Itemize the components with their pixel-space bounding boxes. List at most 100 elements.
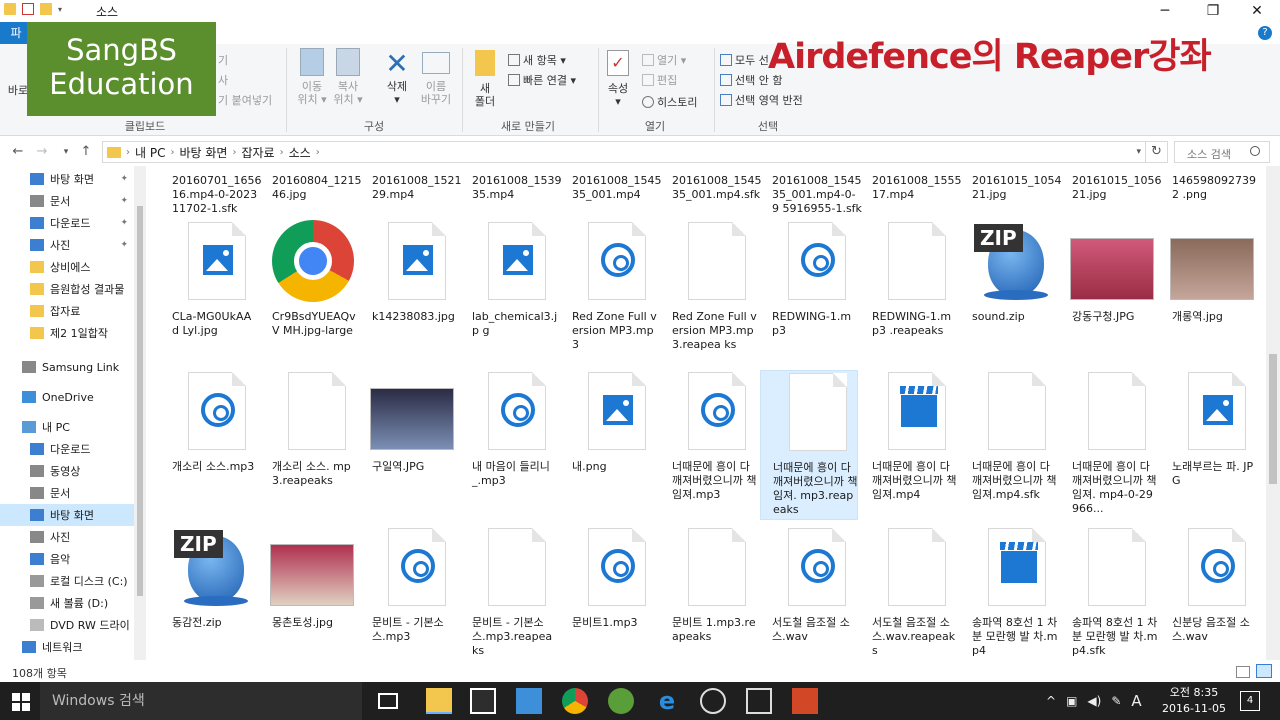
chrome-taskbar-icon[interactable] (562, 688, 588, 714)
nav-item[interactable]: 잡자료 (0, 300, 134, 322)
nav-item[interactable]: 음원합성 결과물 (0, 278, 134, 300)
easy-access-button[interactable]: 빠른 연결 ▾ (508, 72, 576, 88)
forward-arrow-icon[interactable]: → (34, 144, 50, 160)
file-label[interactable]: 20160701_1656 16.mp4-0-2023 11702-1.sfk (172, 174, 262, 216)
file-item[interactable]: 내 마음이 들리니 _.mp3 (460, 370, 558, 520)
nav-item[interactable]: 사진 ✦ (0, 234, 134, 256)
file-label[interactable]: 1465980927392 .png (1172, 174, 1262, 202)
breadcrumb-source[interactable]: 소스 (289, 144, 311, 161)
file-item[interactable]: 강동구청.JPG (1060, 220, 1158, 370)
file-item[interactable]: 문비트 1.mp3.reapeaks (660, 526, 758, 660)
nav-item[interactable]: 다운로드 ✦ (0, 212, 134, 234)
back-arrow-icon[interactable]: ← (10, 144, 26, 160)
new-folder-button[interactable]: 새 폴더 (468, 50, 502, 108)
qat-dropdown-icon[interactable]: ▾ (58, 5, 62, 14)
file-item[interactable]: 송파역 8호선 1 차분 모란행 발 차.mp4.sfk (1060, 526, 1158, 660)
nav-item[interactable]: 동영상 (0, 460, 134, 482)
refresh-icon[interactable]: ↻ (1146, 141, 1168, 163)
nav-item[interactable]: 상비에스 (0, 256, 134, 278)
file-item[interactable]: 송파역 8호선 1 차분 모란행 발 차.mp4 (960, 526, 1058, 660)
file-item[interactable]: 너때문에 흥이 다 깨져버렸으니까 책임져.mp3 (660, 370, 758, 520)
large-icons-view-icon[interactable] (1256, 664, 1272, 678)
nav-item[interactable]: Samsung Link (0, 356, 134, 378)
details-view-icon[interactable] (1236, 666, 1250, 678)
nav-item[interactable]: 제2 1일합작 (0, 322, 134, 344)
nav-item[interactable]: 바탕 화면 ✦ (0, 168, 134, 190)
file-item[interactable]: 너때문에 흥이 다 깨져버렸으니까 책임져.mp4.sfk (960, 370, 1058, 520)
nav-item[interactable]: 새 볼륨 (D:) (0, 592, 134, 614)
select-all-button[interactable]: 모두 선 (720, 52, 769, 68)
file-label[interactable]: 20161008_1555 17.mp4 (872, 174, 962, 202)
copy-path-button[interactable]: 사 (218, 72, 228, 88)
file-item[interactable]: k14238083.jpg (360, 220, 458, 370)
store-icon[interactable] (470, 688, 496, 714)
file-item[interactable]: 너때문에 흥이 다 깨져버렸으니까 책임져.mp4 (860, 370, 958, 520)
clock[interactable]: 오전 8:35 2016-11-05 (1162, 685, 1226, 717)
nav-item[interactable]: 음악 (0, 548, 134, 570)
file-item[interactable]: 서도철 음조절 소 스.wav.reapeaks (860, 526, 958, 660)
history-button[interactable]: 히스토리 (642, 94, 697, 110)
notification-center-icon[interactable]: 4 (1240, 691, 1260, 711)
nav-item[interactable]: 네트워크 (0, 636, 134, 658)
file-item[interactable]: lab_chemical3.jp g (460, 220, 558, 370)
file-label[interactable]: 20161008_1545 35_001.mp4 (572, 174, 662, 202)
file-label[interactable]: 20161008_1521 29.mp4 (372, 174, 462, 202)
file-label[interactable]: 20161008_1539 35.mp4 (472, 174, 562, 202)
file-item[interactable]: 노래부르는 파. JPG (1160, 370, 1258, 520)
file-item[interactable]: Cr9BsdYUEAQvV MH.jpg-large (260, 220, 358, 370)
nav-item[interactable]: 바탕 화면 (0, 504, 134, 526)
nav-scrollbar[interactable] (134, 166, 146, 660)
file-item[interactable]: 문비트1.mp3 (560, 526, 658, 660)
nav-scrollbar-thumb[interactable] (137, 206, 143, 596)
properties-icon[interactable] (22, 3, 34, 15)
ime-indicator[interactable]: A (1131, 692, 1141, 710)
file-label[interactable]: 20161015_1054 21.jpg (972, 174, 1062, 202)
file-item[interactable]: 문비트 - 기본소 스.mp3.reapeaks (460, 526, 558, 660)
file-item[interactable]: ZIP sound.zip (960, 220, 1058, 370)
minimize-button[interactable]: ─ (1142, 0, 1188, 22)
copy-to-button[interactable]: 복사 위치 ▾ (330, 48, 366, 106)
edge-icon[interactable]: e (654, 688, 680, 714)
nav-item[interactable]: DVD RW 드라이 (0, 614, 134, 636)
content-scrollbar[interactable] (1266, 166, 1280, 660)
invert-selection-button[interactable]: 선택 영역 반전 (720, 92, 803, 108)
nav-item[interactable]: 다운로드 (0, 438, 134, 460)
powerpoint-icon[interactable] (792, 688, 818, 714)
chevron-right-icon[interactable]: › (280, 147, 284, 158)
file-explorer-taskbar-icon[interactable] (426, 688, 452, 714)
app-icon[interactable] (516, 688, 542, 714)
file-label[interactable]: 20161015_1056 21.jpg (1072, 174, 1162, 202)
file-item[interactable]: ZIP 동감전.zip (160, 526, 258, 660)
chevron-right-icon[interactable]: › (126, 147, 130, 158)
breadcrumb-misc[interactable]: 잡자료 (241, 144, 274, 161)
file-item[interactable]: 너때문에 흥이 다 깨져버렸으니까 책임져. mp3.reapeaks (760, 370, 858, 520)
file-item[interactable]: REDWING-1.mp3 .reapeaks (860, 220, 958, 370)
file-item[interactable]: 신분당 음조절 소 스.wav (1160, 526, 1258, 660)
new-folder-icon[interactable] (40, 3, 52, 15)
photos-icon[interactable] (746, 688, 772, 714)
reaper-icon[interactable] (700, 688, 726, 714)
nav-item[interactable]: 문서 ✦ (0, 190, 134, 212)
file-item[interactable]: 서도철 음조절 소 스.wav (760, 526, 858, 660)
file-item[interactable]: REDWING-1.mp3 (760, 220, 858, 370)
task-view-icon[interactable] (378, 693, 398, 709)
new-item-button[interactable]: 새 항목 ▾ (508, 52, 566, 68)
nav-item[interactable]: 로컬 디스크 (C:) (0, 570, 134, 592)
close-button[interactable]: ✕ (1234, 0, 1280, 22)
file-item[interactable]: CLa-MG0UkAAd Lyl.jpg (160, 220, 258, 370)
pen-icon[interactable]: ✎ (1111, 694, 1121, 708)
chevron-right-icon[interactable]: › (316, 147, 320, 158)
file-label[interactable]: 20161008_1545 35_001.mp4.sfk (672, 174, 762, 202)
address-bar[interactable]: › 내 PC › 바탕 화면 › 잡자료 › 소스 › ▾ (102, 141, 1146, 163)
breadcrumb-desktop[interactable]: 바탕 화면 (179, 144, 227, 161)
content-scrollbar-thumb[interactable] (1269, 354, 1277, 484)
breadcrumb-my-pc[interactable]: 내 PC (135, 144, 165, 161)
paste-shortcut-button[interactable]: 기 붙여넣기 (218, 92, 272, 108)
properties-button[interactable]: ✓ 속성 ▾ (602, 50, 634, 108)
delete-button[interactable]: ✕ 삭제 ▾ (380, 48, 414, 107)
chevron-right-icon[interactable]: › (232, 147, 236, 158)
chevron-up-icon[interactable]: ^ (1046, 694, 1056, 708)
chevron-right-icon[interactable]: › (170, 147, 174, 158)
cut-button[interactable]: 기 (218, 52, 228, 68)
help-icon[interactable]: ? (1258, 26, 1272, 40)
